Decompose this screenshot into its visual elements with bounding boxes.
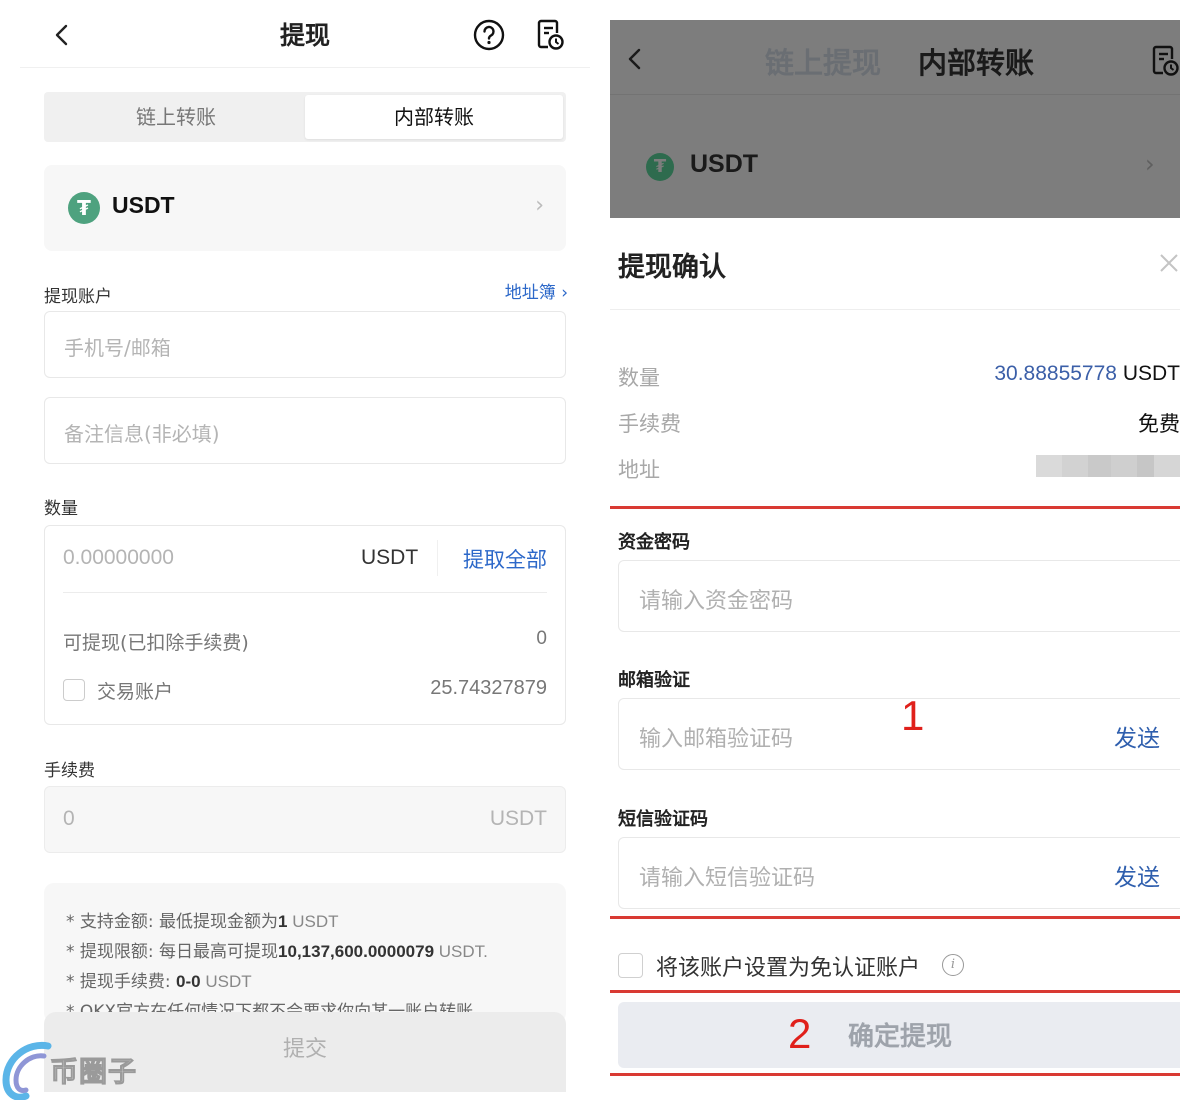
annotation-step-1: 1 [901, 692, 925, 739]
coin-selector[interactable]: ₮ USDT › [44, 165, 566, 251]
fee-field: 0 USDT [44, 786, 566, 853]
divider [437, 540, 438, 576]
sheet-title: 提现确认 [618, 252, 726, 283]
bg-tab-onchain: 链上提现 [765, 46, 882, 80]
send-email-code-button[interactable]: 发送 [1114, 719, 1160, 753]
coin-symbol: USDT [112, 192, 175, 218]
amount-panel: 0.00000000 USDT 提取全部 可提现(已扣除手续费) 0 交易账户 … [44, 525, 566, 725]
send-sms-code-button[interactable]: 发送 [1114, 858, 1160, 892]
note-item: * 提现限额: 每日最高可提现10,137,600.0000079 USDT. [66, 942, 488, 962]
history-record-icon [1152, 45, 1179, 76]
sms-code-placeholder: 请输入短信验证码 [639, 866, 816, 891]
account-placeholder: 手机号/邮箱 [64, 336, 171, 360]
history-record-icon[interactable] [535, 16, 565, 52]
bg-tab-internal: 内部转账 [918, 46, 1035, 80]
fund-password-label: 资金密码 [618, 532, 690, 553]
withdraw-confirm-screen: 链上提现 内部转账 ₮ USDT › 提现确认 数量 30.88855778 U… [610, 20, 1180, 1100]
chevron-right-icon: › [535, 193, 544, 218]
amount-unit: USDT [361, 546, 419, 569]
fee-unit: USDT [489, 807, 547, 830]
available-value: 0 [536, 628, 547, 649]
amount-input[interactable]: 0.00000000 [63, 546, 174, 570]
annotation-underline [610, 990, 1180, 993]
top-nav-bar: 提现 [20, 0, 590, 68]
account-input[interactable]: 手机号/邮箱 [44, 311, 566, 378]
fund-password-placeholder: 请输入资金密码 [639, 589, 794, 614]
withdraw-all-button[interactable]: 提取全部 [463, 544, 547, 574]
trade-account-label: 交易账户 [97, 681, 174, 703]
summary-fee-value: 免费 [1138, 412, 1180, 436]
info-icon[interactable]: i [942, 954, 964, 976]
trust-account-label: 将该账户设置为免认证账户 [656, 956, 921, 981]
chevron-right-icon: › [1145, 150, 1155, 178]
trust-account-checkbox[interactable] [618, 953, 643, 978]
tab-onchain-transfer[interactable]: 链上转账 [47, 95, 305, 139]
divider [610, 309, 1180, 310]
email-code-placeholder: 输入邮箱验证码 [639, 727, 794, 752]
summary-amount-label: 数量 [618, 366, 660, 390]
tether-icon: ₮ [68, 192, 100, 224]
watermark-text: 币圈子 [49, 1055, 138, 1089]
memo-input[interactable]: 备注信息(非必填) [44, 397, 566, 464]
summary-address-label: 地址 [618, 458, 660, 482]
tether-icon: ₮ [646, 153, 674, 181]
dimmed-background[interactable]: 链上提现 内部转账 ₮ USDT › [610, 20, 1180, 218]
confirm-withdraw-button[interactable]: 2 确定提现 [618, 1002, 1180, 1068]
help-circle-icon[interactable] [472, 18, 506, 52]
back-chevron-icon [628, 48, 641, 70]
note-item: * 支持金额: 最低提现金额为1 USDT [66, 912, 339, 932]
amount-label: 数量 [44, 499, 78, 519]
sms-verify-label: 短信验证码 [618, 809, 708, 830]
tab-internal-transfer[interactable]: 内部转账 [305, 95, 563, 139]
fee-value: 0 [63, 807, 75, 830]
watermark-logo: 币圈子 [0, 1040, 160, 1100]
annotation-underline [610, 916, 1180, 919]
summary-amount-value: 30.88855778 USDT [994, 362, 1180, 385]
bg-coin-symbol: USDT [690, 150, 759, 178]
withdraw-page: 提现 链上转账 内部转账 ₮ USDT › 提现账户 地址簿 › 手机号/邮箱 … [0, 0, 600, 1100]
confirm-withdraw-label: 确定提现 [848, 1022, 953, 1052]
close-icon[interactable] [1158, 252, 1180, 274]
withdraw-account-label: 提现账户 [44, 287, 112, 307]
trade-account-balance: 25.74327879 [430, 677, 547, 699]
divider [610, 94, 1180, 95]
summary-fee-label: 手续费 [618, 412, 681, 436]
email-verify-label: 邮箱验证 [618, 670, 690, 691]
address-book-link[interactable]: 地址簿 › [505, 278, 568, 303]
divider [63, 592, 547, 593]
memo-placeholder: 备注信息(非必填) [64, 422, 220, 446]
transfer-type-tabs: 链上转账 内部转账 [44, 92, 566, 142]
annotation-underline [610, 506, 1180, 509]
sms-code-input[interactable]: 请输入短信验证码 发送 [618, 837, 1180, 909]
annotation-underline [610, 1073, 1180, 1076]
fee-label: 手续费 [44, 761, 95, 781]
masked-address [1036, 455, 1180, 477]
annotation-step-2: 2 [788, 1010, 812, 1057]
trade-account-checkbox[interactable] [63, 679, 85, 701]
available-label: 可提现(已扣除手续费) [63, 632, 249, 654]
note-item: * 提现手续费: 0-0 USDT [66, 972, 252, 992]
email-code-input[interactable]: 输入邮箱验证码 发送 [618, 698, 1180, 770]
fund-password-input[interactable]: 请输入资金密码 [618, 560, 1180, 632]
watermark-swirl-icon [2, 1041, 52, 1100]
withdraw-notes: * 支持金额: 最低提现金额为1 USDT * 提现限额: 每日最高可提现10,… [44, 883, 566, 1023]
